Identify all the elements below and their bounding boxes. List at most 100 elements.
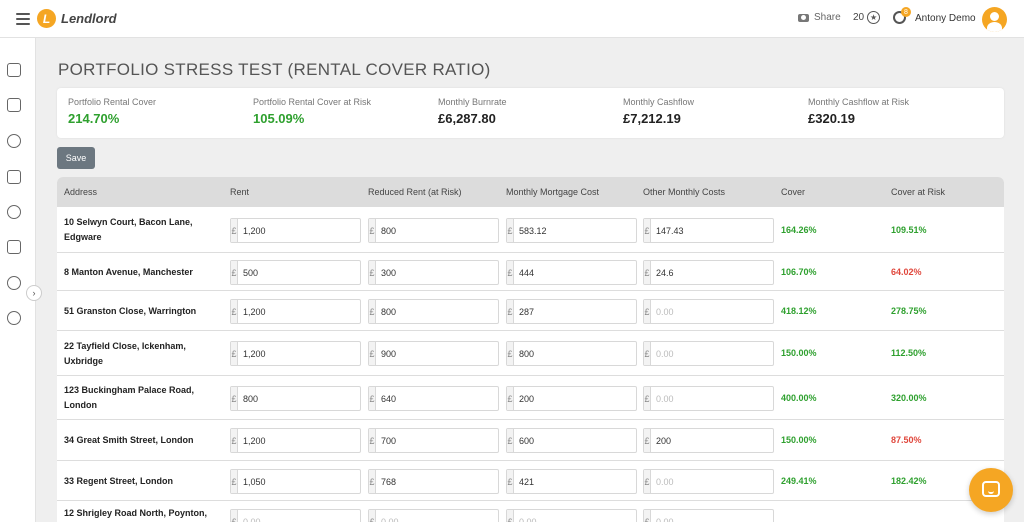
money-input[interactable] (651, 470, 773, 493)
other-costs-input[interactable]: £ (643, 386, 774, 411)
reduced-rent-input[interactable]: £ (368, 509, 499, 522)
money-input[interactable] (238, 261, 360, 284)
other-costs-input[interactable]: £ (643, 341, 774, 366)
money-input[interactable] (514, 387, 636, 410)
other-costs-input[interactable]: £ (643, 299, 774, 324)
stat-rental-cover-risk: Portfolio Rental Cover at Risk 105.09% (253, 97, 371, 126)
property-address[interactable]: 51 Granston Close, Warrington (64, 304, 214, 319)
rent-input[interactable]: £ (230, 428, 361, 453)
search-money-icon[interactable] (7, 205, 21, 219)
other-costs-input[interactable]: £ (643, 469, 774, 494)
mortgage-cost-input[interactable]: £ (506, 260, 637, 285)
money-input[interactable] (376, 342, 498, 365)
money-input[interactable] (514, 470, 636, 493)
money-input[interactable] (651, 387, 773, 410)
reduced-rent-input[interactable]: £ (368, 469, 499, 494)
property-address[interactable]: 10 Selwyn Court, Bacon Lane, Edgware (64, 215, 214, 245)
other-costs-input[interactable]: £ (643, 260, 774, 285)
reduced-rent-input[interactable]: £ (368, 428, 499, 453)
chat-button[interactable] (969, 468, 1013, 512)
money-input[interactable] (376, 261, 498, 284)
money-input[interactable] (238, 510, 360, 522)
money-input[interactable] (651, 261, 773, 284)
money-input[interactable] (514, 429, 636, 452)
property-address[interactable]: 33 Regent Street, London (64, 474, 214, 489)
notifications-button[interactable]: 8 (893, 7, 911, 25)
menu-icon[interactable] (16, 13, 30, 25)
currency-prefix: £ (644, 342, 651, 365)
mortgage-cost-input[interactable]: £ (506, 386, 637, 411)
briefcase-icon[interactable] (7, 98, 21, 112)
rent-input[interactable]: £ (230, 509, 361, 522)
other-costs-input[interactable]: £ (643, 218, 774, 243)
money-input[interactable] (376, 510, 498, 522)
money-input[interactable] (376, 429, 498, 452)
mortgage-cost-input[interactable]: £ (506, 218, 637, 243)
reduced-rent-input[interactable]: £ (368, 218, 499, 243)
money-input[interactable] (514, 300, 636, 323)
money-input[interactable] (514, 219, 636, 242)
users-icon[interactable] (7, 134, 21, 148)
currency-prefix: £ (507, 387, 514, 410)
table-row: 33 Regent Street, London £ £ £ £249.41% 182.4… (57, 461, 1004, 501)
money-input[interactable] (651, 300, 773, 323)
logo[interactable]: L Lendlord (37, 9, 117, 28)
reduced-rent-input[interactable]: £ (368, 386, 499, 411)
property-address[interactable]: 22 Tayfield Close, Ickenham, Uxbridge (64, 339, 214, 369)
money-input[interactable] (238, 470, 360, 493)
mortgage-cost-input[interactable]: £ (506, 299, 637, 324)
points-counter[interactable]: 20 ★ (853, 11, 881, 24)
rent-input[interactable]: £ (230, 386, 361, 411)
reduced-rent-input[interactable]: £ (368, 299, 499, 324)
money-input[interactable] (651, 342, 773, 365)
money-input[interactable] (238, 300, 360, 323)
mortgage-cost-input[interactable]: £ (506, 341, 637, 366)
column-header: Cover (781, 187, 806, 197)
buildings-icon[interactable] (7, 170, 21, 184)
reduced-rent-input[interactable]: £ (368, 341, 499, 366)
property-address[interactable]: 8 Manton Avenue, Manchester (64, 265, 214, 280)
money-input[interactable] (651, 510, 773, 522)
save-button[interactable]: Save (57, 147, 95, 169)
money-input[interactable] (376, 219, 498, 242)
share-button[interactable]: Share (798, 12, 841, 23)
mortgage-cost-input[interactable]: £ (506, 428, 637, 453)
money-input[interactable] (514, 510, 636, 522)
money-input[interactable] (376, 300, 498, 323)
money-input[interactable] (651, 429, 773, 452)
rent-input[interactable]: £ (230, 218, 361, 243)
chevron-right-icon[interactable]: › (26, 285, 42, 301)
other-costs-input[interactable]: £ (643, 428, 774, 453)
mortgage-cost-input[interactable]: £ (506, 509, 637, 522)
box-icon[interactable] (7, 240, 21, 254)
stat-label: Portfolio Rental Cover (68, 97, 157, 107)
property-address[interactable]: 123 Buckingham Palace Road, London (64, 383, 214, 413)
mortgage-cost-input[interactable]: £ (506, 469, 637, 494)
chart-icon[interactable] (7, 63, 21, 77)
money-input[interactable] (238, 219, 360, 242)
money-input[interactable] (238, 342, 360, 365)
money-input[interactable] (514, 342, 636, 365)
money-input[interactable] (514, 261, 636, 284)
currency-prefix: £ (507, 219, 514, 242)
rent-input[interactable]: £ (230, 260, 361, 285)
money-input[interactable] (651, 219, 773, 242)
user-name[interactable]: Antony Demo (915, 13, 976, 24)
currency-prefix: £ (369, 387, 376, 410)
rent-input[interactable]: £ (230, 341, 361, 366)
property-address[interactable]: 12 Shrigley Road North, Poynton, (64, 506, 214, 521)
rent-input[interactable]: £ (230, 299, 361, 324)
cover-at-risk-value: 278.75% (891, 306, 927, 316)
rent-input[interactable]: £ (230, 469, 361, 494)
column-header: Cover at Risk (891, 187, 946, 197)
avatar[interactable] (982, 7, 1007, 32)
star-circle-icon[interactable] (7, 311, 21, 325)
other-costs-input[interactable]: £ (643, 509, 774, 522)
money-input[interactable] (376, 387, 498, 410)
money-input[interactable] (238, 429, 360, 452)
reduced-rent-input[interactable]: £ (368, 260, 499, 285)
property-address[interactable]: 34 Great Smith Street, London (64, 433, 214, 448)
refresh-icon[interactable] (7, 276, 21, 290)
money-input[interactable] (376, 470, 498, 493)
money-input[interactable] (238, 387, 360, 410)
